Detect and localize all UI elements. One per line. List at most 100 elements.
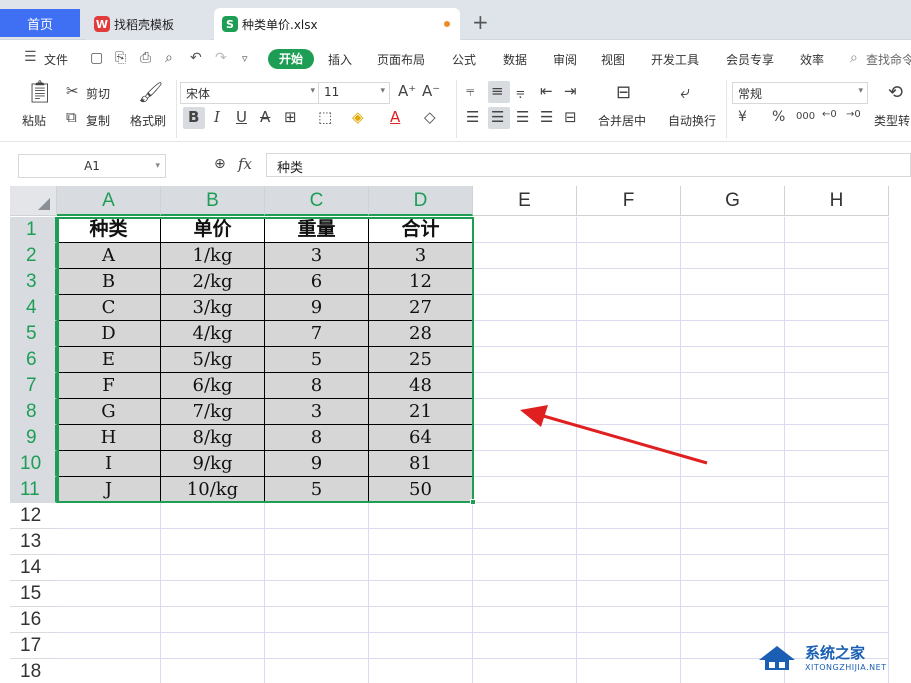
table-cell[interactable]: 50 [369, 477, 473, 503]
cell[interactable] [577, 581, 681, 607]
redo-icon[interactable]: ↷ [215, 50, 227, 66]
zoom-icon[interactable]: ⊕ [214, 156, 226, 172]
cell[interactable] [161, 581, 265, 607]
cell[interactable] [369, 555, 473, 581]
cell[interactable] [161, 607, 265, 633]
decrease-decimal-icon[interactable]: →0 [846, 109, 861, 120]
table-cell[interactable]: 25 [369, 347, 473, 373]
table-header-cell[interactable]: 种类 [57, 217, 161, 243]
save-icon[interactable]: ▢ [90, 50, 103, 66]
row-header-17[interactable]: 17 [10, 633, 57, 659]
table-cell[interactable]: 6 [265, 269, 369, 295]
underline-button[interactable]: U [236, 108, 247, 126]
cell[interactable] [681, 425, 785, 451]
row-header-18[interactable]: 18 [10, 659, 57, 683]
hamburger-icon[interactable]: ☰ [24, 49, 37, 65]
cell[interactable] [577, 269, 681, 295]
tab-file[interactable]: S 种类单价.xlsx [214, 8, 460, 40]
cell[interactable] [577, 373, 681, 399]
cell[interactable] [57, 581, 161, 607]
quick-access-dropdown-icon[interactable]: ▿ [242, 52, 248, 65]
table-cell[interactable]: 9 [265, 295, 369, 321]
thousands-button[interactable]: 000 [796, 111, 815, 122]
search-command[interactable]: 查找命令 [866, 51, 911, 68]
cell[interactable] [57, 555, 161, 581]
cut-icon[interactable]: ✂ [66, 82, 79, 100]
menu-formula[interactable]: 公式 [452, 51, 476, 68]
row-header-10[interactable]: 10 [10, 451, 57, 477]
table-cell[interactable]: 3 [369, 243, 473, 269]
table-cell[interactable]: A [57, 243, 161, 269]
row-header-14[interactable]: 14 [10, 555, 57, 581]
table-header-cell[interactable]: 单价 [161, 217, 265, 243]
menu-page-layout[interactable]: 页面布局 [377, 51, 425, 68]
cell[interactable] [785, 477, 889, 503]
search-icon[interactable]: ⌕ [850, 50, 858, 66]
table-cell[interactable]: 6/kg [161, 373, 265, 399]
cell[interactable] [577, 243, 681, 269]
cell[interactable] [473, 633, 577, 659]
table-cell[interactable]: 28 [369, 321, 473, 347]
cell[interactable] [369, 659, 473, 683]
table-cell[interactable]: 9 [265, 451, 369, 477]
table-cell[interactable]: 1/kg [161, 243, 265, 269]
table-cell[interactable]: 5 [265, 347, 369, 373]
menu-insert[interactable]: 插入 [328, 51, 352, 68]
cell[interactable] [681, 269, 785, 295]
row-header-5[interactable]: 5 [10, 321, 57, 347]
cell[interactable] [369, 607, 473, 633]
column-header-A[interactable]: A [57, 186, 161, 216]
cell[interactable] [369, 633, 473, 659]
cell[interactable] [265, 503, 369, 529]
cell[interactable] [681, 217, 785, 243]
cell[interactable] [265, 607, 369, 633]
undo-icon[interactable]: ↶ [190, 50, 202, 66]
table-cell[interactable]: 8 [265, 373, 369, 399]
table-cell[interactable]: 81 [369, 451, 473, 477]
cell[interactable] [265, 581, 369, 607]
cell[interactable] [265, 555, 369, 581]
percent-button[interactable]: % [772, 109, 785, 125]
table-cell[interactable]: 3 [265, 399, 369, 425]
clear-format-icon[interactable]: ◇ [424, 108, 436, 126]
cell[interactable] [681, 581, 785, 607]
column-header-D[interactable]: D [369, 186, 473, 216]
table-cell[interactable]: D [57, 321, 161, 347]
increase-decimal-icon[interactable]: ←0 [822, 109, 837, 120]
cell[interactable] [161, 555, 265, 581]
table-cell[interactable]: 27 [369, 295, 473, 321]
cell[interactable] [473, 607, 577, 633]
table-cell[interactable]: H [57, 425, 161, 451]
type-convert-button[interactable]: 类型转 [874, 112, 910, 129]
cell[interactable] [577, 295, 681, 321]
cell[interactable] [473, 269, 577, 295]
row-header-3[interactable]: 3 [10, 269, 57, 295]
cell[interactable] [681, 477, 785, 503]
font-name-select[interactable]: 宋体 ▾ [180, 82, 320, 104]
cell[interactable] [473, 399, 577, 425]
number-format-select[interactable]: 常规 ▾ [732, 82, 868, 104]
row-header-2[interactable]: 2 [10, 243, 57, 269]
justify-icon[interactable]: ☰ [540, 108, 553, 126]
table-cell[interactable]: 5/kg [161, 347, 265, 373]
cell[interactable] [57, 659, 161, 683]
cell[interactable] [473, 347, 577, 373]
select-all-corner[interactable] [10, 186, 57, 216]
format-painter-button[interactable]: 格式刷 [130, 112, 166, 129]
align-bottom-icon[interactable]: ⩦ [516, 82, 525, 100]
new-tab-button[interactable]: + [472, 10, 489, 34]
distributed-icon[interactable]: ⊟ [564, 108, 577, 126]
align-middle-icon[interactable]: ≡ [491, 82, 504, 100]
cell[interactable] [369, 503, 473, 529]
cell[interactable] [681, 607, 785, 633]
cell[interactable] [57, 503, 161, 529]
cell[interactable] [785, 607, 889, 633]
cell[interactable] [473, 529, 577, 555]
row-header-4[interactable]: 4 [10, 295, 57, 321]
cell[interactable] [785, 425, 889, 451]
cell[interactable] [473, 477, 577, 503]
table-cell[interactable]: 9/kg [161, 451, 265, 477]
row-header-1[interactable]: 1 [10, 217, 57, 243]
cell[interactable] [577, 399, 681, 425]
cell[interactable] [577, 659, 681, 683]
